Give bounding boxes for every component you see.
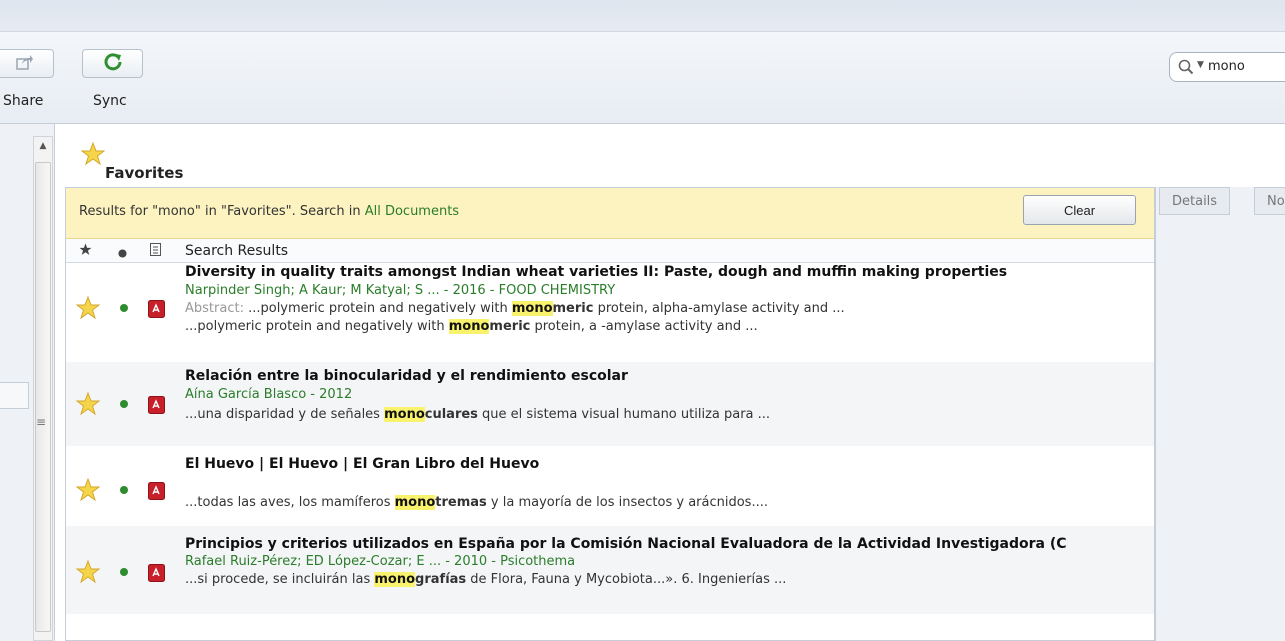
snippet-text: protein, alpha-amylase activity and ... [593, 301, 845, 316]
abstract-label: Abstract: [185, 301, 249, 316]
document-type-column-icon[interactable] [150, 243, 161, 259]
result-row[interactable]: El Huevo | El Huevo | El Gran Libro del … [66, 446, 1154, 526]
splitter-grip-icon[interactable]: ≡ [36, 415, 46, 429]
result-title[interactable]: Relación entre la binocularidad y el ren… [185, 368, 628, 384]
result-row[interactable]: Principios y criterios utilizados en Esp… [66, 526, 1154, 614]
result-title[interactable]: Diversity in quality traits amongst Indi… [185, 264, 1007, 280]
result-abstract-snippet: Abstract: ...polymeric protein and negat… [185, 301, 845, 316]
snippet-text: ...polymeric protein and negatively with [185, 319, 449, 334]
result-snippet: ...polymeric protein and negatively with… [185, 319, 758, 334]
window-title-bar [0, 0, 1285, 32]
scroll-up-arrow-icon[interactable]: ▲ [34, 137, 52, 155]
snippet-text: ...una disparidad y de señales [185, 407, 385, 422]
result-authors: Narpinder Singh; A Kaur; M Katyal; S ...… [185, 283, 616, 298]
result-authors: Rafael Ruiz-Pérez; ED López-Cozar; E ...… [185, 554, 576, 569]
share-icon [16, 54, 34, 74]
snippet-match-suffix: meric [552, 301, 594, 316]
sync-icon [104, 52, 122, 75]
result-title[interactable]: Principios y criterios utilizados en Esp… [185, 536, 1067, 552]
snippet-text: y la mayoría de los insectos y arácnidos… [486, 495, 768, 510]
search-dropdown-icon[interactable]: ▼ [1197, 60, 1204, 70]
result-snippet: ...todas las aves, los mamíferos monotre… [185, 495, 768, 510]
search-highlight: mono [384, 407, 425, 422]
search-highlight: mono [394, 495, 436, 510]
search-value[interactable]: mono [1208, 59, 1245, 74]
search-highlight: mono [448, 319, 490, 334]
result-row[interactable]: Relación entre la binocularidad y el ren… [66, 362, 1154, 446]
all-documents-link[interactable]: All Documents [365, 204, 459, 219]
favorite-star-icon[interactable] [75, 295, 101, 324]
share-button[interactable] [0, 49, 54, 78]
favorites-star-icon [80, 141, 106, 170]
search-notice-bar: Results for "mono" in "Favorites". Searc… [66, 188, 1154, 239]
search-icon [1178, 59, 1194, 79]
favorite-star-icon[interactable] [75, 559, 101, 588]
clear-search-button[interactable]: Clear [1023, 195, 1136, 225]
result-snippet: ...una disparidad y de señales monocular… [185, 407, 770, 422]
left-panel-tab[interactable] [0, 382, 29, 409]
snippet-text: protein, a -amylase activity and ... [530, 319, 758, 334]
snippet-match-suffix: grafías [415, 572, 467, 587]
favorite-star-icon[interactable] [75, 391, 101, 420]
result-authors: Aína García Blasco - 2012 [185, 387, 353, 402]
tab-notes[interactable]: No [1254, 187, 1285, 215]
results-column-header: Search Results [66, 239, 1154, 263]
favorite-column-star-icon[interactable] [79, 243, 92, 259]
unread-dot-icon[interactable] [120, 568, 128, 576]
snippet-text: de Flora, Fauna y Mycobiota...». 6. Inge… [466, 572, 787, 587]
search-highlight: mono [511, 301, 553, 316]
collection-title: Favorites [105, 164, 184, 182]
unread-dot-icon[interactable] [120, 400, 128, 408]
snippet-text: ...polymeric protein and negatively with [248, 301, 512, 316]
search-results-column-title[interactable]: Search Results [185, 243, 288, 259]
unread-dot-icon[interactable] [120, 304, 128, 312]
collection-header: Favorites [80, 141, 281, 182]
details-side-panel: Details No [1155, 187, 1285, 641]
search-notice-prefix: Results for "mono" in "Favorites". Searc… [79, 204, 365, 219]
search-highlight: mono [374, 572, 416, 587]
share-label[interactable]: Share [3, 93, 43, 109]
snippet-text: ...todas las aves, los mamíferos [185, 495, 395, 510]
result-title[interactable]: El Huevo | El Huevo | El Gran Libro del … [185, 456, 539, 472]
toolbar: Share Sync ▼ mono [0, 32, 1285, 124]
result-row[interactable]: Diversity in quality traits amongst Indi… [66, 264, 1154, 356]
snippet-match-suffix: culares [424, 407, 478, 422]
scrollbar-thumb[interactable] [35, 162, 51, 632]
main-pane: Favorites Results for "mono" in "Favorit… [55, 124, 1285, 641]
pdf-icon[interactable] [148, 564, 165, 582]
snippet-match-suffix: tremas [435, 495, 487, 510]
sync-button[interactable] [82, 49, 143, 78]
result-snippet: ...si procede, se incluirán las monograf… [185, 572, 786, 587]
snippet-text: ...si procede, se incluirán las [185, 572, 375, 587]
search-notice-text: Results for "mono" in "Favorites". Searc… [79, 204, 459, 219]
favorite-star-icon[interactable] [75, 477, 101, 506]
tab-details[interactable]: Details [1159, 187, 1231, 215]
left-scrollbar[interactable]: ▲ [33, 136, 53, 641]
search-results-panel: Results for "mono" in "Favorites". Searc… [65, 187, 1155, 641]
sync-label[interactable]: Sync [93, 93, 127, 109]
pdf-icon[interactable] [148, 482, 165, 500]
snippet-text: que el sistema visual humano utiliza par… [477, 407, 771, 422]
search-input[interactable]: ▼ mono [1169, 52, 1285, 82]
read-status-column-dot-icon[interactable] [118, 247, 127, 261]
pdf-icon[interactable] [148, 396, 165, 414]
unread-dot-icon[interactable] [120, 486, 128, 494]
pdf-icon[interactable] [148, 300, 165, 318]
snippet-match-suffix: meric [489, 319, 531, 334]
